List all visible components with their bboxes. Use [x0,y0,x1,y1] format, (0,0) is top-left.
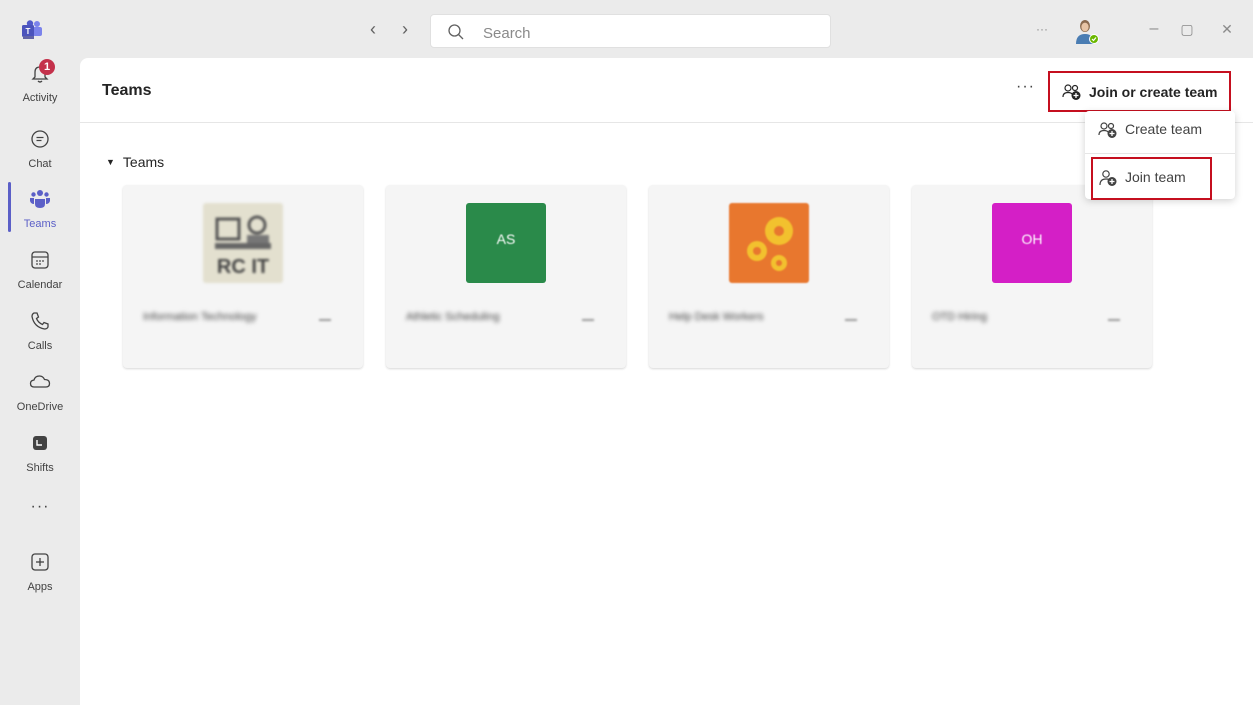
rail-item-label: Apps [27,581,53,593]
chat-icon [31,130,49,148]
rail-item-apps[interactable]: Apps [0,551,80,607]
team-card[interactable]: Help Desk Workers [649,185,889,368]
cloud-icon [29,375,51,388]
user-avatar[interactable] [1072,17,1100,45]
join-create-dropdown: Create team Join team [1085,111,1235,199]
app-rail: 1 Activity Chat Teams Calendar Calls One… [0,58,80,705]
main-panel: Teams ··· Join or create team ▼ Teams RC … [80,58,1253,705]
rail-item-onedrive[interactable]: OneDrive [0,371,80,427]
caret-down-icon: ▼ [106,157,115,167]
section-label: Teams [122,154,165,170]
create-team-label: Create team [1125,121,1203,137]
team-avatar: RC IT [203,203,283,283]
teams-section-toggle[interactable]: ▼ Teams [106,154,164,170]
rail-item-calls[interactable]: Calls [0,310,80,366]
create-team-menu-item[interactable]: Create team [1085,112,1235,148]
team-card[interactable]: OH OTD Hiring [912,185,1152,368]
maximize-icon[interactable]: ▢ [1177,19,1197,39]
person-add-icon [1099,170,1117,186]
people-add-icon [1098,122,1117,138]
calendar-icon [31,251,49,269]
more-options-icon[interactable]: ··· [1016,78,1035,96]
rail-item-chat[interactable]: Chat [0,128,80,184]
back-arrow-icon[interactable]: ‹ [364,20,382,38]
team-more-icon[interactable] [1108,319,1120,321]
team-initials: OH [1021,231,1043,247]
rail-item-label: Calendar [17,279,63,291]
people-add-icon [1062,84,1081,100]
teams-icon [30,190,50,208]
join-team-menu-item[interactable]: Join team [1085,160,1235,196]
svg-text:T: T [26,27,31,36]
more-icon: ··· [30,498,50,515]
phone-icon [31,312,49,330]
join-or-create-team-label: Join or create team [1089,84,1218,100]
menu-divider [1085,153,1235,154]
rail-item-label: Chat [28,158,52,170]
rail-item-calendar[interactable]: Calendar [0,249,80,305]
team-more-icon[interactable] [319,319,331,321]
team-avatar [729,203,809,283]
rail-item-label: Shifts [26,462,54,474]
activity-badge: 1 [39,59,55,75]
search-box[interactable] [430,14,831,48]
forward-arrow-icon[interactable]: › [396,20,414,38]
close-icon[interactable]: ✕ [1217,19,1237,39]
team-name: OTD Hiring [932,311,988,323]
rail-item-label: Activity [22,92,58,104]
team-avatar: AS [466,203,546,283]
team-more-icon[interactable] [582,319,594,321]
minimize-icon[interactable]: – [1144,19,1164,39]
team-name: Information Technology [143,311,257,323]
team-card[interactable]: AS Athletic Scheduling [386,185,626,368]
more-options-icon[interactable]: ··· [1032,19,1052,39]
rail-item-label: Calls [27,340,53,352]
teams-logo-icon: T [22,20,42,39]
rail-item-label: OneDrive [16,401,64,413]
team-name: Athletic Scheduling [406,311,500,323]
team-name: Help Desk Workers [669,311,764,323]
team-initials: AS [496,231,516,247]
svg-text:RC IT: RC IT [217,256,269,278]
rail-item-activity[interactable]: 1 Activity [0,59,80,118]
shifts-icon [33,436,47,450]
rail-item-teams[interactable]: Teams [0,188,80,244]
rail-item-shifts[interactable]: Shifts [0,432,80,488]
search-input[interactable] [481,21,815,45]
search-icon [448,24,464,40]
add-app-icon [31,553,49,571]
join-or-create-team-button[interactable]: Join or create team [1048,71,1231,112]
team-avatar: OH [992,203,1072,283]
team-more-icon[interactable] [845,319,857,321]
rail-item-label: Teams [23,218,57,230]
page-title: Teams [102,82,152,99]
team-card[interactable]: RC IT Information Technology [123,185,363,368]
title-bar: T ‹ › ··· – ▢ ✕ [0,0,1253,58]
main-header: Teams ··· Join or create team [80,58,1253,123]
join-team-label: Join team [1125,169,1186,185]
rail-more-apps[interactable]: ··· [0,498,80,522]
